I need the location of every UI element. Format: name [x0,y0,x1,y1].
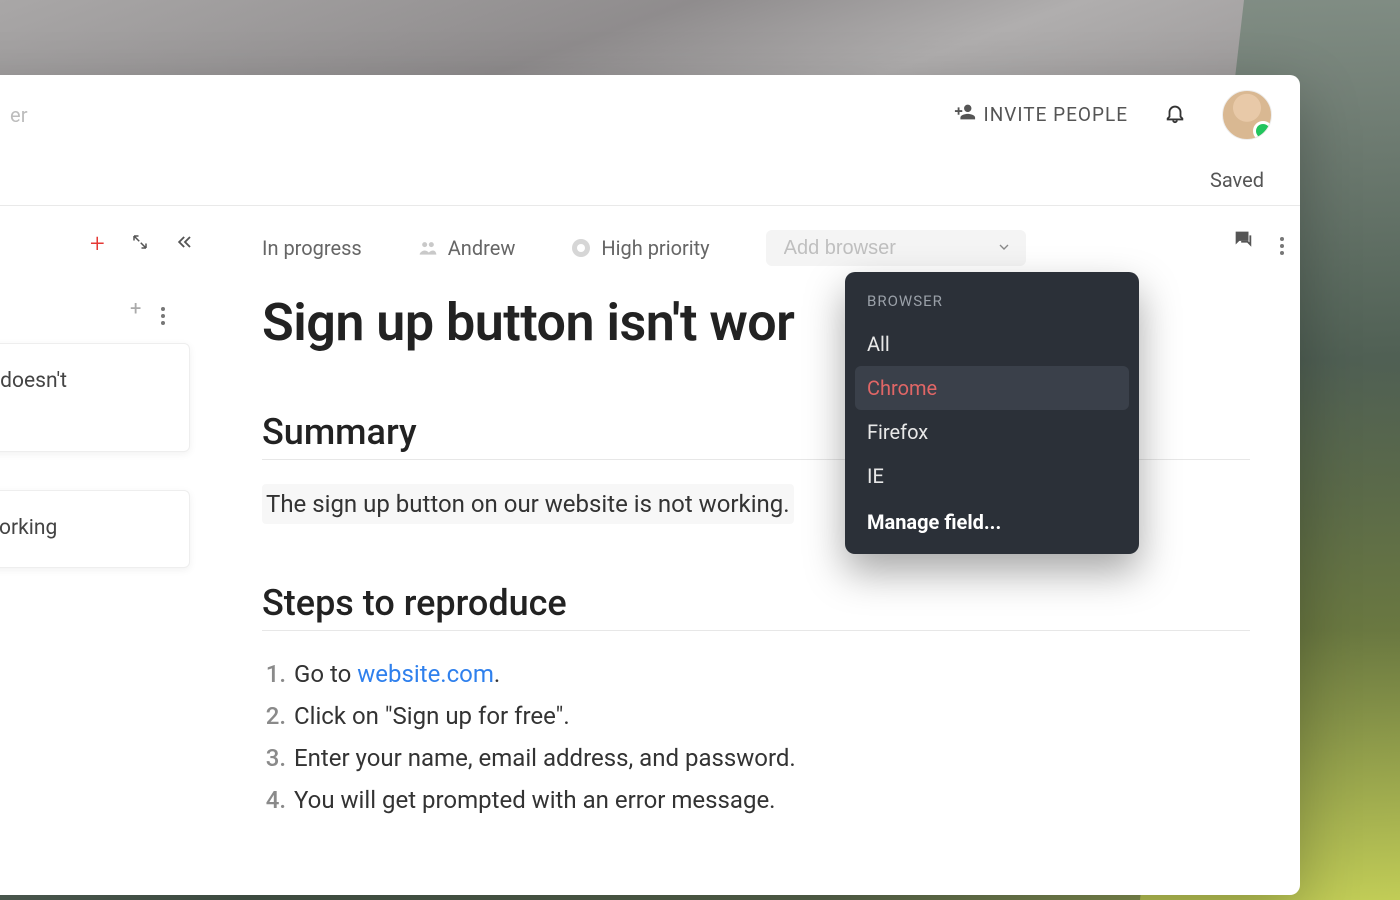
priority-field[interactable]: High priority [571,236,709,260]
dropdown-option-chrome[interactable]: Chrome [855,366,1129,410]
step-item[interactable]: Enter your name, email address, and pass… [292,737,1250,779]
add-button[interactable]: + [90,229,105,259]
breadcrumb-truncated: er [10,103,28,127]
bell-icon [1164,110,1186,129]
priority-label: High priority [601,236,709,260]
save-status-row: Saved [0,155,1300,205]
sidebar: + + [0,206,200,895]
expand-icon [131,236,149,255]
assignee-label: Andrew [448,236,516,260]
document-more-button[interactable] [1280,226,1284,255]
step-item[interactable]: Go to website.com. [292,653,1250,695]
document-actions [1232,226,1284,255]
content-area: + + [0,206,1300,895]
invite-people-button[interactable]: INVITE PEOPLE [954,101,1128,128]
status-label: In progress [262,236,362,260]
document-meta-row: In progress Andrew High priority [262,226,1250,270]
chevron-double-left-icon [175,237,195,256]
sidebar-secondary-toolbar: + [0,296,200,325]
more-vertical-icon [161,307,165,325]
comment-icon [1232,235,1254,254]
browser-field[interactable] [766,230,1026,266]
step-item[interactable]: You will get prompted with an error mess… [292,779,1250,821]
sidebar-card[interactable]: isn't working [0,490,190,568]
summary-text[interactable]: The sign up button on our website is not… [262,484,794,524]
step-text: Enter your name, email address, and pass… [294,744,796,772]
sidebar-card[interactable]: board doesn'ttically [0,343,190,452]
person-add-icon [954,101,976,128]
browser-input[interactable] [784,237,934,260]
step-text: You will get prompted with an error mess… [294,786,776,814]
document-pane: In progress Andrew High priority [200,206,1300,895]
app-window: er INVITE PEOPLE Saved + [0,75,1300,895]
topbar: er INVITE PEOPLE [0,75,1300,155]
comments-button[interactable] [1232,228,1254,254]
dropdown-option-all[interactable]: All [855,322,1129,366]
expand-button[interactable] [131,233,149,255]
dropdown-manage-field[interactable]: Manage field... [855,498,1129,540]
sidebar-card-text: board doesn'ttically [0,369,67,425]
dropdown-option-firefox[interactable]: Firefox [855,410,1129,454]
user-avatar[interactable] [1222,90,1272,140]
collapse-sidebar-button[interactable] [175,232,195,256]
plus-icon: + [130,296,141,320]
sidebar-toolbar: + [0,222,200,266]
plus-icon: + [90,229,105,259]
dropdown-option-ie[interactable]: IE [855,454,1129,498]
sidebar-card-text: isn't working [0,516,57,540]
step-item[interactable]: Click on "Sign up for free". [292,695,1250,737]
sidebar-add-item-button[interactable]: + [130,296,141,325]
more-vertical-icon [1280,237,1284,255]
step-text: . [494,660,500,688]
sidebar-more-button[interactable] [161,296,165,325]
step-link[interactable]: website.com [357,660,494,688]
chevron-down-icon [996,236,1012,260]
steps-heading: Steps to reproduce [262,582,1250,631]
invite-people-label: INVITE PEOPLE [984,103,1128,126]
step-text: Go to [294,660,357,688]
people-icon [418,238,438,258]
status-field[interactable]: In progress [262,236,362,260]
notifications-button[interactable] [1164,101,1186,129]
saved-label: Saved [1210,168,1264,192]
dropdown-header: BROWSER [855,288,1129,322]
steps-list: Go to website.com. Click on "Sign up for… [262,653,1250,821]
browser-dropdown: BROWSER All Chrome Firefox IE Manage fie… [845,272,1139,554]
priority-icon [571,238,591,258]
assignee-field[interactable]: Andrew [418,236,516,260]
step-text: Click on "Sign up for free". [294,702,570,730]
